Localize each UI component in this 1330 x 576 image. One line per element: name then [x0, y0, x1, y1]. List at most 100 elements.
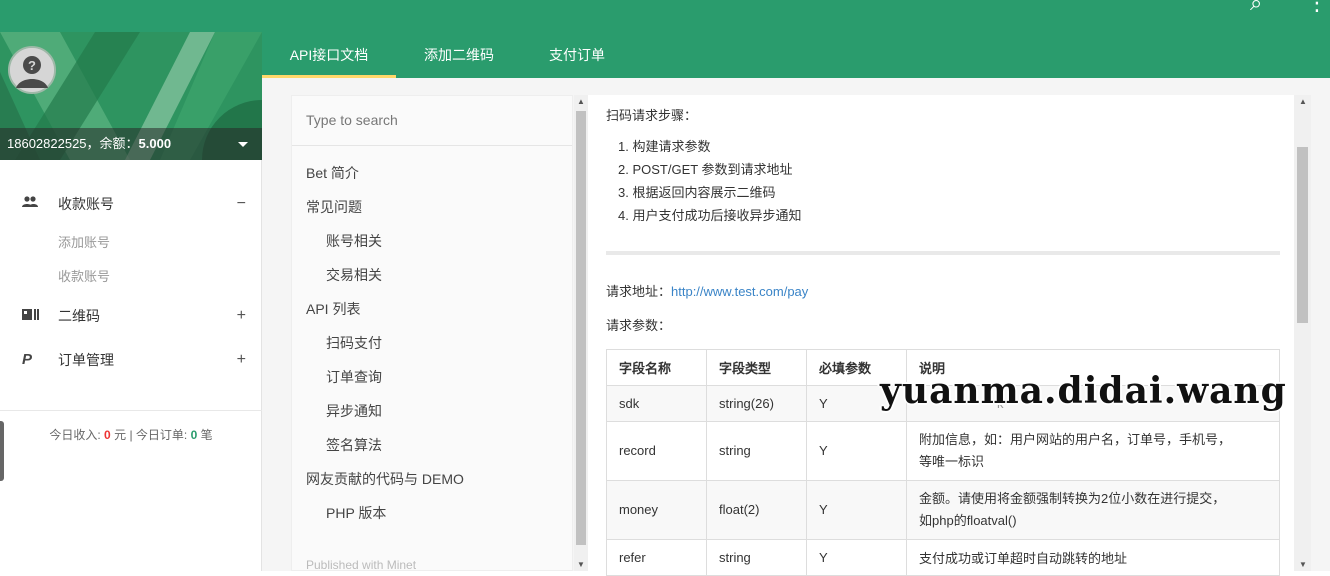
doc-nav-item[interactable]: PHP 版本: [292, 496, 572, 530]
table-cell: record: [606, 421, 707, 481]
table-cell-line: 附加信息，如：用户网站的用户名，订单号，手机号，: [919, 432, 1232, 447]
request-params-label: 请求参数：: [606, 318, 672, 333]
table-cell: 支付成功或订单超时自动跳转的地址: [906, 539, 1280, 576]
balance-value: 5.000: [138, 136, 172, 151]
tab-payment-orders[interactable]: 支付订单: [522, 32, 632, 78]
sidebar-item-label: 二维码: [58, 308, 100, 324]
column-header: 字段名称: [606, 349, 707, 386]
steps-heading: 扫码请求步骤：: [606, 108, 698, 123]
table-cell-line: 金额。请使用将金额强制转换为2位小数在进行提交，: [919, 491, 1226, 506]
unknown-user-icon: ?: [10, 48, 54, 92]
orders-unit: 笔: [200, 428, 213, 442]
svg-text:?: ?: [28, 58, 36, 73]
tab-api-docs[interactable]: API接口文档: [262, 32, 396, 78]
table-cell: sdk: [606, 385, 707, 422]
more-vertical-icon[interactable]: ⋮: [1306, 0, 1328, 16]
table-cell: Y: [806, 480, 907, 540]
expand-icon[interactable]: +: [237, 338, 246, 382]
doc-body-scrollbar[interactable]: ▲ ▼: [1294, 95, 1311, 571]
table-cell: string(26): [706, 385, 807, 422]
doc-nav-item[interactable]: 签名算法: [292, 428, 572, 462]
column-header: 字段类型: [706, 349, 807, 386]
step-item: 2. POST/GET 参数到请求地址: [618, 162, 793, 177]
table-cell: refer: [606, 539, 707, 576]
doc-body: 扫码请求步骤： 1. 构建请求参数 2. POST/GET 参数到请求地址 3.…: [588, 95, 1294, 576]
request-url-line: 请求地址：http://www.test.com/pay: [606, 281, 808, 300]
today-stats: 今日收入: 0 元 | 今日订单: 0 笔: [0, 410, 262, 460]
sidebar-nav: 收款账号 − 添加账号 收款账号 二维码 + P 订单管理 +: [0, 182, 262, 382]
table-cell-line: 如php的floatval(): [919, 513, 1017, 528]
step-item: 3. 根据返回内容展示二维码: [618, 185, 776, 200]
scrollbar-thumb[interactable]: [576, 111, 586, 545]
table-cell: money: [606, 480, 707, 540]
sidebar-item-orders[interactable]: P 订单管理 +: [0, 338, 262, 382]
sidebar: ? 18602822525，余额：5.000 收款账号 − 添加账号 收款账号 …: [0, 32, 262, 571]
table-cell: Y: [806, 421, 907, 481]
watermark: yuanma.didai.wang: [880, 370, 1287, 412]
table-row: record string Y 附加信息，如：用户网站的用户名，订单号，手机号，…: [606, 421, 1280, 481]
paypal-icon: P: [22, 351, 33, 368]
step-item: 4. 用户支付成功后接收异步通知: [618, 208, 802, 223]
doc-nav-item[interactable]: 常见问题: [292, 190, 572, 224]
table-row: money float(2) Y 金额。请使用将金额强制转换为2位小数在进行提交…: [606, 480, 1280, 540]
doc-nav-item[interactable]: 扫码支付: [292, 326, 572, 360]
tab-add-qrcode[interactable]: 添加二维码: [396, 32, 522, 78]
user-phone: 18602822525: [7, 136, 87, 151]
income-value: 0: [104, 428, 111, 442]
sidebar-drag-handle[interactable]: [0, 421, 4, 481]
search-icon[interactable]: ⌕: [1250, 0, 1262, 16]
doc-search-input[interactable]: Type to search: [292, 96, 572, 146]
doc-nav-scrollbar[interactable]: ▲ ▼: [574, 95, 588, 571]
table-cell: 金额。请使用将金额强制转换为2位小数在进行提交， 如php的floatval(): [906, 480, 1280, 540]
doc-nav-item[interactable]: 网友贡献的代码与 DEMO: [292, 462, 572, 496]
users-icon: [22, 182, 38, 226]
scrollbar-thumb[interactable]: [1297, 147, 1308, 323]
balance-label: ，余额：: [86, 136, 139, 151]
sidebar-item-label: 收款账号: [58, 196, 114, 212]
stats-separator: |: [129, 428, 133, 442]
table-cell: Y: [806, 539, 907, 576]
collapse-icon[interactable]: −: [237, 182, 246, 226]
section-divider: [606, 251, 1280, 255]
sidebar-subitem-accounts[interactable]: 收款账号: [0, 260, 262, 294]
profile-panel: ? 18602822525，余额：5.000: [0, 32, 262, 160]
table-cell: 附加信息，如：用户网站的用户名，订单号，手机号， 等唯一标识: [906, 421, 1280, 481]
avatar[interactable]: ?: [8, 46, 56, 94]
table-row: refer string Y 支付成功或订单超时自动跳转的地址: [606, 539, 1280, 576]
tab-bar: API接口文档 添加二维码 支付订单: [262, 32, 1330, 78]
sidebar-item-accounts[interactable]: 收款账号 −: [0, 182, 262, 226]
doc-nav-list: Bet 简介 常见问题 账号相关 交易相关 API 列表 扫码支付 订单查询 异…: [292, 146, 572, 530]
scroll-down-icon[interactable]: ▼: [1299, 560, 1307, 569]
doc-nav-item[interactable]: 订单查询: [292, 360, 572, 394]
doc-nav-item[interactable]: 交易相关: [292, 258, 572, 292]
doc-nav-item[interactable]: 异步通知: [292, 394, 572, 428]
sidebar-item-qrcode[interactable]: 二维码 +: [0, 294, 262, 338]
step-item: 1. 构建请求参数: [618, 139, 711, 154]
doc-nav: Type to search Bet 简介 常见问题 账号相关 交易相关 API…: [291, 95, 573, 572]
expand-icon[interactable]: +: [237, 294, 246, 338]
doc-nav-item[interactable]: 账号相关: [292, 224, 572, 258]
content-area: Type to search Bet 简介 常见问题 账号相关 交易相关 API…: [262, 78, 1330, 576]
doc-nav-item[interactable]: Bet 简介: [292, 156, 572, 190]
request-url-label: 请求地址：: [606, 284, 672, 299]
doc-nav-item[interactable]: API 列表: [292, 292, 572, 326]
top-bar: ⌕ ⋮: [0, 0, 1330, 32]
user-balance-strip[interactable]: 18602822525，余额：5.000: [0, 128, 262, 160]
steps-list: 1. 构建请求参数 2. POST/GET 参数到请求地址 3. 根据返回内容展…: [618, 135, 801, 227]
scroll-down-icon[interactable]: ▼: [577, 560, 585, 569]
table-cell: string: [706, 539, 807, 576]
sidebar-item-label: 订单管理: [58, 352, 114, 368]
orders-value: 0: [190, 428, 198, 442]
request-url-link[interactable]: http://www.test.com/pay: [671, 284, 808, 299]
table-cell: float(2): [706, 480, 807, 540]
income-unit: 元: [114, 428, 127, 442]
scroll-up-icon[interactable]: ▲: [577, 97, 585, 106]
published-footer[interactable]: Published with Minet: [306, 558, 416, 572]
table-cell-line: 等唯一标识: [919, 454, 985, 469]
table-cell: string: [706, 421, 807, 481]
orders-label: 今日订单:: [135, 428, 188, 442]
scroll-up-icon[interactable]: ▲: [1299, 97, 1307, 106]
sidebar-subitem-add-account[interactable]: 添加账号: [0, 226, 262, 260]
chevron-down-icon[interactable]: [238, 142, 248, 147]
qrcode-card-icon: [22, 294, 39, 338]
